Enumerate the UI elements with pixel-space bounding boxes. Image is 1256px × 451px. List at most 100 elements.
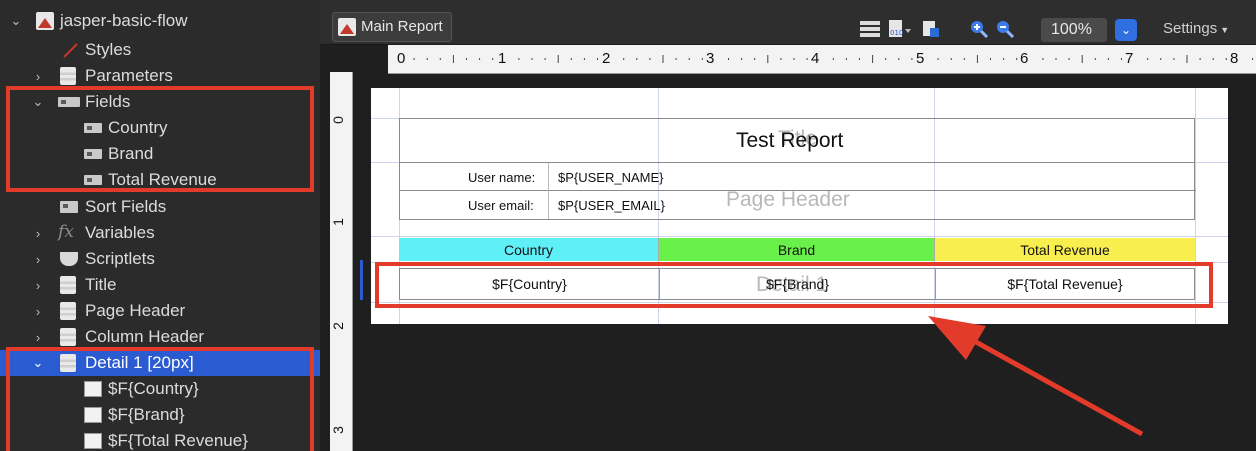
guide-line — [1195, 88, 1196, 324]
ruler-number: 1 — [329, 218, 346, 226]
ruler-number: 4 — [811, 50, 820, 67]
detail-band[interactable]: Detail 1 $F{Country} $F{Brand} $F{Total … — [399, 268, 1195, 300]
textfield-icon — [84, 381, 102, 397]
column-header-band[interactable]: Country Brand Total Revenue — [399, 238, 1195, 263]
outline-item-styles[interactable]: Styles — [0, 37, 320, 63]
band-icon — [60, 354, 76, 372]
outline-item-fields[interactable]: ⌄ Fields — [0, 89, 320, 115]
field-icon — [84, 175, 102, 185]
outline-item-variables[interactable]: › fx Variables — [0, 220, 320, 246]
outline-label: jasper-basic-flow — [60, 11, 188, 30]
ruler-number: 3 — [329, 426, 346, 434]
outline-item-textfield-total-revenue[interactable]: $F{Total Revenue} — [0, 428, 320, 451]
outline-item-column-header-band[interactable]: › Column Header — [0, 324, 320, 350]
parameters-icon — [60, 67, 76, 85]
report-icon — [338, 18, 356, 36]
user-email-field[interactable]: $P{USER_EMAIL} — [558, 198, 665, 213]
chevron-right-icon[interactable]: › — [32, 330, 44, 345]
scriptlets-icon — [60, 252, 78, 266]
outline-label: Variables — [85, 223, 155, 242]
band-icon — [60, 328, 76, 346]
page-header-band[interactable]: Page Header User name: $P{USER_NAME} Use… — [399, 162, 1196, 220]
user-email-label[interactable]: User email: — [468, 198, 534, 213]
column-header-total-revenue[interactable]: Total Revenue — [935, 238, 1195, 261]
report-outline-panel: ⌄ jasper-basic-flow Styles › Parameters … — [0, 0, 320, 451]
user-name-label[interactable]: User name: — [468, 170, 535, 185]
column-header-country[interactable]: Country — [399, 238, 659, 261]
ruler-number: 0 — [329, 116, 346, 124]
ruler-number: 2 — [602, 50, 611, 67]
outline-label: $F{Brand} — [108, 405, 185, 424]
outline-label: Column Header — [85, 327, 205, 346]
ruler-number: 5 — [916, 50, 925, 67]
sort-fields-icon — [60, 201, 78, 213]
field-icon — [84, 123, 102, 133]
outline-label: Page Header — [85, 301, 186, 320]
variables-icon: fx — [58, 222, 74, 242]
outline-item-field-brand[interactable]: Brand — [0, 141, 320, 167]
ruler-number: 2 — [329, 322, 346, 330]
user-name-field[interactable]: $P{USER_NAME} — [558, 170, 664, 185]
outline-label: Sort Fields — [85, 197, 167, 216]
outline-item-textfield-brand[interactable]: $F{Brand} — [0, 402, 320, 428]
divider — [400, 190, 1196, 191]
outline-label: Parameters — [85, 66, 173, 85]
chevron-down-icon[interactable]: ⌄ — [32, 355, 44, 370]
chevron-right-icon[interactable]: › — [32, 304, 44, 319]
detail-field-total-revenue[interactable]: $F{Total Revenue} — [936, 269, 1194, 299]
outline-item-parameters[interactable]: › Parameters — [0, 63, 320, 89]
zoom-in-icon[interactable] — [970, 20, 989, 39]
report-title[interactable]: Test Report — [736, 129, 843, 153]
outline-label: Total Revenue — [108, 170, 217, 189]
ruler-number: 7 — [1125, 50, 1134, 67]
outline-item-textfield-country[interactable]: $F{Country} — [0, 376, 320, 402]
outline-item-page-header-band[interactable]: › Page Header — [0, 298, 320, 324]
field-icon — [58, 97, 80, 107]
outline-label: Styles — [85, 40, 132, 59]
ruler-number: 3 — [706, 50, 715, 67]
data-icon[interactable]: 010 — [888, 20, 911, 38]
ruler-number: 1 — [498, 50, 507, 67]
tab-label: Main Report — [361, 18, 443, 35]
band-list-icon[interactable] — [860, 20, 880, 38]
outline-label: Brand — [108, 144, 154, 163]
chevron-down-icon[interactable]: ⌄ — [32, 94, 44, 109]
chevron-right-icon[interactable]: › — [32, 69, 44, 84]
outline-item-report[interactable]: ⌄ jasper-basic-flow — [0, 8, 320, 34]
outline-item-field-country[interactable]: Country — [0, 115, 320, 141]
textfield-icon — [84, 407, 102, 423]
zoom-level-field[interactable]: 100% — [1041, 18, 1107, 42]
column-header-brand[interactable]: Brand — [659, 238, 935, 261]
styles-icon — [62, 42, 78, 58]
outline-item-field-total-revenue[interactable]: Total Revenue — [0, 167, 320, 193]
divider — [548, 163, 549, 219]
chevron-down-icon: ⌄ — [1120, 23, 1132, 37]
detail-field-country[interactable]: $F{Country} — [400, 269, 660, 299]
detail-field-brand[interactable]: $F{Brand} — [660, 269, 936, 299]
band-marker — [360, 260, 363, 300]
outline-label: Fields — [85, 92, 131, 111]
export-icon[interactable] — [922, 20, 940, 38]
zoom-dropdown-button[interactable]: ⌄ — [1115, 19, 1137, 41]
textfield-icon — [84, 433, 102, 449]
chevron-right-icon[interactable]: › — [32, 226, 44, 241]
annotation-arrow-icon — [928, 316, 1144, 437]
field-icon — [84, 149, 102, 159]
chevron-right-icon[interactable]: › — [32, 278, 44, 293]
outline-item-sort-fields[interactable]: Sort Fields — [0, 194, 320, 220]
report-canvas[interactable]: Title Test Report Page Header User name:… — [371, 88, 1228, 324]
caret-down-icon: ▼ — [1220, 25, 1230, 35]
main-report-tab[interactable]: Main Report — [332, 12, 452, 42]
report-icon — [36, 12, 54, 30]
title-band[interactable]: Title Test Report — [399, 118, 1195, 162]
outline-label: Country — [108, 118, 168, 137]
settings-menu[interactable]: Settings ▼ — [1163, 20, 1229, 37]
outline-item-detail-band[interactable]: ⌄ Detail 1 [20px] — [0, 350, 320, 376]
designer-toolbar: Main Report 010 100% ⌄ Settings ▼ — [320, 0, 1256, 45]
chevron-down-icon[interactable]: ⌄ — [10, 13, 22, 28]
zoom-out-icon[interactable] — [996, 20, 1015, 39]
outline-label: $F{Total Revenue} — [108, 431, 248, 450]
chevron-right-icon[interactable]: › — [32, 252, 44, 267]
outline-item-scriptlets[interactable]: › Scriptlets — [0, 246, 320, 272]
outline-item-title-band[interactable]: › Title — [0, 272, 320, 298]
